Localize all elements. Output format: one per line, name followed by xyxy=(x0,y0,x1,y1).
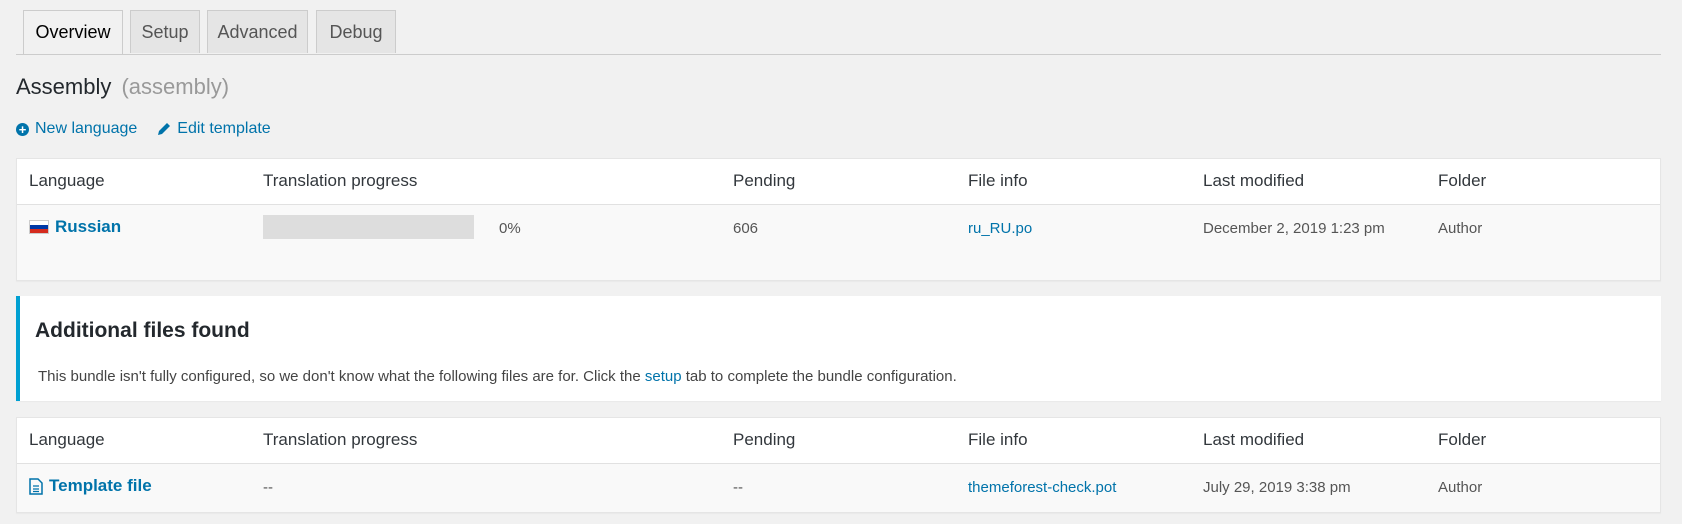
folder: Author xyxy=(1438,220,1483,237)
tab-bar: Overview Setup Advanced Debug xyxy=(16,10,1661,55)
col-language: Language xyxy=(29,430,105,449)
language-link-russian[interactable]: Russian xyxy=(29,217,121,237)
tab-advanced[interactable]: Advanced xyxy=(207,10,308,53)
col-translation-progress: Translation progress xyxy=(263,171,418,190)
col-folder: Folder xyxy=(1438,430,1487,449)
pending-count: -- xyxy=(733,479,743,496)
pencil-icon xyxy=(158,123,171,135)
page-title: Assembly (assembly) xyxy=(16,74,229,100)
col-pending: Pending xyxy=(733,430,796,449)
col-file-info: File info xyxy=(968,430,1028,449)
last-modified: December 2, 2019 1:23 pm xyxy=(1203,220,1385,237)
file-link[interactable]: ru_RU.po xyxy=(968,220,1032,237)
tab-setup[interactable]: Setup xyxy=(130,10,200,53)
table-row: Template file -- -- themeforest-check.po… xyxy=(17,464,1660,513)
progress-text: -- xyxy=(263,479,273,496)
col-last-modified: Last modified xyxy=(1203,171,1305,190)
col-pending: Pending xyxy=(733,171,796,190)
col-folder: Folder xyxy=(1438,171,1487,190)
document-icon xyxy=(29,477,43,495)
bundle-slug: (assembly) xyxy=(121,74,230,99)
tab-debug[interactable]: Debug xyxy=(316,10,396,53)
notice-text: This bundle isn't fully configured, so w… xyxy=(38,368,957,385)
table-header: Language Translation progress Pending Fi… xyxy=(17,159,1660,205)
file-link[interactable]: themeforest-check.pot xyxy=(968,479,1116,496)
last-modified: July 29, 2019 3:38 pm xyxy=(1203,479,1351,496)
progress-bar xyxy=(263,215,474,239)
table-header: Language Translation progress Pending Fi… xyxy=(17,418,1660,464)
edit-template-link[interactable]: Edit template xyxy=(157,120,271,138)
col-translation-progress: Translation progress xyxy=(263,430,418,449)
plus-circle-icon: + xyxy=(16,122,29,136)
setup-link[interactable]: setup xyxy=(645,368,682,385)
languages-table: Language Translation progress Pending Fi… xyxy=(16,158,1661,281)
table-row: Russian 0% 606 ru_RU.po December 2, 2019… xyxy=(17,205,1660,281)
bundle-name: Assembly xyxy=(16,74,112,99)
notice-title: Additional files found xyxy=(35,319,250,342)
template-file-link[interactable]: Template file xyxy=(29,476,152,496)
col-last-modified: Last modified xyxy=(1203,430,1305,449)
col-file-info: File info xyxy=(968,171,1028,190)
progress-percent: 0% xyxy=(499,220,521,237)
russia-flag-icon xyxy=(29,220,49,234)
additional-files-table: Language Translation progress Pending Fi… xyxy=(16,417,1661,513)
tab-overview[interactable]: Overview xyxy=(23,10,123,54)
additional-files-notice: Additional files found This bundle isn't… xyxy=(16,296,1661,401)
new-language-link[interactable]: + New language xyxy=(16,120,137,138)
pending-count: 606 xyxy=(733,220,759,237)
folder: Author xyxy=(1438,479,1483,496)
action-links: + New language Edit template xyxy=(16,120,271,138)
col-language: Language xyxy=(29,171,105,190)
